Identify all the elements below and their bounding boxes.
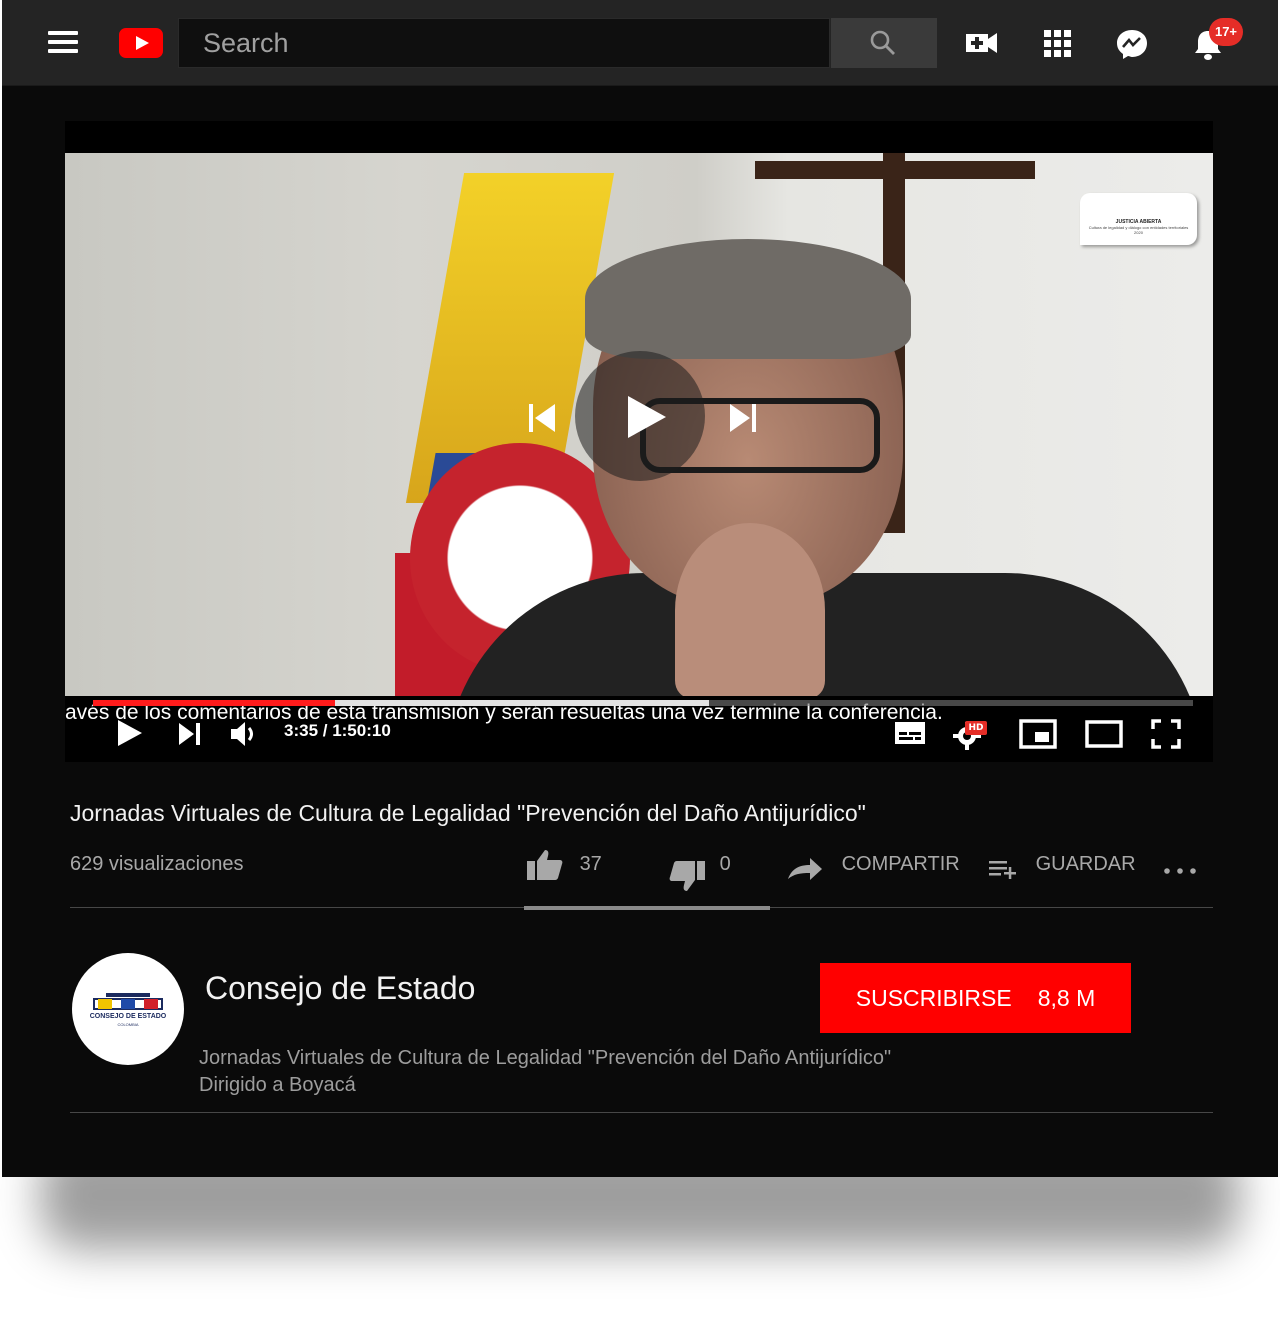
top-bar: 17+ xyxy=(2,0,1278,86)
thumbs-down-icon xyxy=(669,861,705,891)
app-window: 17+ JUSTICIA ABIERTA Cultura de legalida… xyxy=(2,0,1278,1177)
channel-description: Jornadas Virtuales de Cultura de Legalid… xyxy=(199,1045,891,1099)
like-ratio-fill xyxy=(524,906,770,910)
dislike-count: 0 xyxy=(719,853,731,875)
video-camera-add-icon xyxy=(966,33,997,53)
avatar-sublabel: COLOMBIA xyxy=(117,1022,139,1027)
notification-badge: 17+ xyxy=(1209,18,1243,46)
menu-icon[interactable] xyxy=(48,31,78,53)
progress-bar[interactable] xyxy=(93,700,1193,706)
like-button[interactable]: 37 xyxy=(526,845,602,885)
create-video-button[interactable] xyxy=(964,26,1000,60)
save-label: GUARDAR xyxy=(1035,853,1136,875)
channel-avatar[interactable]: CONSEJO DE ESTADO COLOMBIA xyxy=(72,953,184,1065)
theater-mode-icon[interactable] xyxy=(1085,719,1123,749)
hd-badge: HD xyxy=(965,721,987,735)
speaker-hands xyxy=(675,523,825,696)
video-player[interactable]: JUSTICIA ABIERTA Cultura de legalidad y … xyxy=(65,121,1213,762)
subscribe-button[interactable]: SUSCRIBIRSE 8,8 M xyxy=(820,963,1131,1033)
like-ratio-bar xyxy=(524,906,770,910)
volume-icon[interactable] xyxy=(229,720,259,748)
progress-played xyxy=(93,700,335,706)
share-label: COMPARTIR xyxy=(841,853,960,875)
play-icon[interactable] xyxy=(115,719,145,747)
next-icon[interactable] xyxy=(726,401,760,435)
search-input[interactable] xyxy=(178,18,830,68)
thumbs-up-icon xyxy=(527,849,563,880)
view-count: 629 visualizaciones xyxy=(70,853,244,875)
speaker-hair xyxy=(585,239,911,359)
miniplayer-icon[interactable] xyxy=(1019,719,1057,749)
messages-button[interactable] xyxy=(1114,26,1150,60)
dislike-button[interactable]: 0 xyxy=(668,845,731,891)
previous-icon[interactable] xyxy=(525,401,559,435)
messenger-icon xyxy=(1117,30,1147,59)
avatar-label: CONSEJO DE ESTADO xyxy=(89,1013,167,1020)
share-arrow-icon xyxy=(788,857,822,880)
apps-button[interactable] xyxy=(1040,26,1076,60)
video-frame[interactable]: JUSTICIA ABIERTA Cultura de legalidad y … xyxy=(65,153,1213,696)
justicia-logo-year: 2020 xyxy=(1134,230,1143,235)
more-actions-button[interactable] xyxy=(1162,845,1198,885)
time-display: 3:35 / 1:50:10 xyxy=(284,721,391,740)
subtitles-icon[interactable] xyxy=(893,719,927,747)
more-dots-icon xyxy=(1164,867,1196,874)
search-button[interactable] xyxy=(831,18,937,68)
subscribe-label: SUSCRIBIRSE xyxy=(855,984,1012,1011)
description-divider xyxy=(70,1112,1213,1113)
subscriber-count: 8,8 M xyxy=(1037,984,1096,1011)
youtube-logo-icon[interactable] xyxy=(119,28,163,58)
like-count: 37 xyxy=(579,853,602,875)
description-line: Dirigido a Boyacá xyxy=(199,1074,356,1096)
center-play-button[interactable] xyxy=(575,351,705,481)
playlist-add-icon xyxy=(989,860,1016,879)
save-button[interactable]: GUARDAR xyxy=(988,845,1136,885)
consejo-logo-icon xyxy=(93,993,163,1010)
channel-name[interactable]: Consejo de Estado xyxy=(205,970,475,1007)
apps-grid-icon xyxy=(1044,30,1071,57)
video-title: Jornadas Virtuales de Cultura de Legalid… xyxy=(70,800,866,826)
description-line: Jornadas Virtuales de Cultura de Legalid… xyxy=(199,1047,892,1069)
next-video-icon[interactable] xyxy=(177,721,203,747)
share-button[interactable]: COMPARTIR xyxy=(786,845,960,885)
search-icon xyxy=(870,30,895,55)
justicia-abierta-logo: JUSTICIA ABIERTA Cultura de legalidad y … xyxy=(1080,193,1197,245)
fullscreen-icon[interactable] xyxy=(1151,719,1181,749)
